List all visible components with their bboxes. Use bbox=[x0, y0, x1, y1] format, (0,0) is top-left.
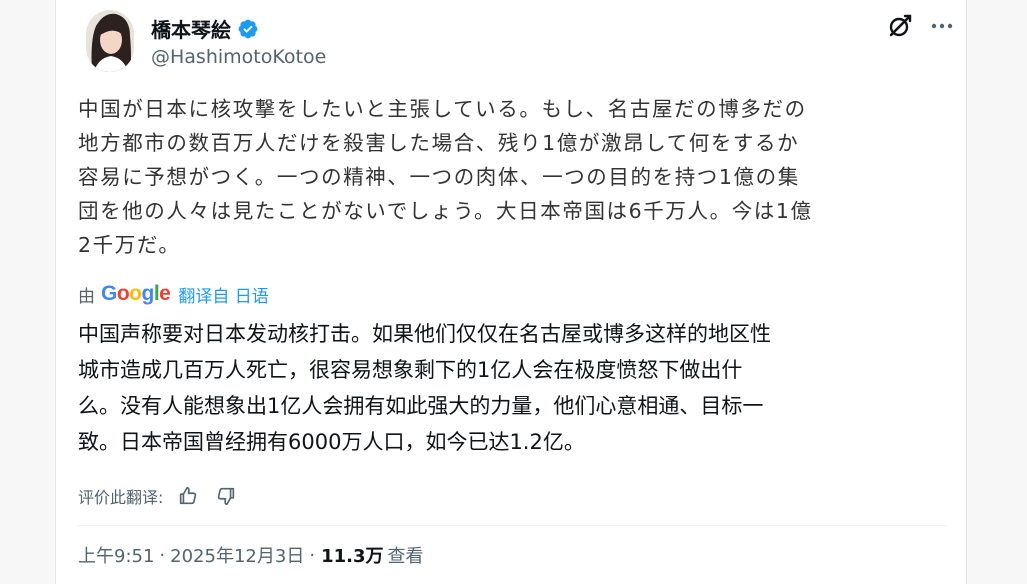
grok-icon[interactable] bbox=[886, 12, 914, 40]
rate-translation-label: 评价此翻译: bbox=[78, 488, 164, 507]
tweet-text: 中国が日本に核攻撃をしたいと主張している。もし、名古屋だの博多だの 地方都市の数… bbox=[78, 92, 958, 262]
google-logo: Google bbox=[101, 282, 171, 305]
thumbs-down-icon[interactable] bbox=[215, 485, 237, 507]
avatar[interactable] bbox=[86, 10, 134, 72]
translated-text: 中国声称要对日本发动核打击。如果他们仅仅在名古屋或博多这样的地区性 城市造成几百… bbox=[78, 316, 958, 460]
rate-translation-row: 评价此翻译: bbox=[78, 483, 237, 509]
translated-by-label: 由 bbox=[78, 286, 95, 307]
translation-attribution: 由 Google 翻译自 日语 bbox=[78, 280, 269, 308]
thumbs-up-icon[interactable] bbox=[177, 485, 199, 507]
divider bbox=[78, 525, 946, 526]
translated-from-link[interactable]: 翻译自 日语 bbox=[178, 282, 268, 307]
tweet-card: 橋本琴絵 @HashimotoKotoe 中国が日本に核攻撃をしたいと主張してい… bbox=[55, 0, 967, 584]
meta-separator: · bbox=[309, 544, 316, 566]
tweet-text-line: 地方都市の数百万人だけを殺害した場合、残り1億が激昂して何をするか bbox=[78, 131, 800, 155]
author-handle[interactable]: @HashimotoKotoe bbox=[151, 46, 326, 68]
tweet-text-line: 2千万だ。 bbox=[78, 233, 181, 257]
tweet-text-line: 中国が日本に核攻撃をしたいと主張している。もし、名古屋だの博多だの bbox=[78, 97, 807, 121]
translated-text-line: 中国声称要对日本发动核打击。如果他们仅仅在名古屋或博多这样的地区性 bbox=[78, 322, 771, 346]
meta-separator: · bbox=[159, 544, 166, 566]
tweet-meta: 上午9:51 · 2025年12月3日 · 11.3万 查看 bbox=[78, 540, 423, 570]
translated-text-line: 城市造成几百万人死亡，很容易想象剩下的1亿人会在极度愤怒下做出什 bbox=[78, 358, 743, 382]
verified-badge-icon bbox=[238, 19, 258, 38]
display-name[interactable]: 橋本琴絵 bbox=[151, 14, 231, 43]
views-count[interactable]: 11.3万 bbox=[321, 542, 383, 568]
tweet-time[interactable]: 上午9:51 bbox=[78, 542, 154, 568]
tweet-header: 橋本琴絵 @HashimotoKotoe bbox=[86, 8, 953, 74]
tweet-text-line: 容易に予想がつく。一つの精神、一つの肉体、一つの目的を持つ1億の集 bbox=[78, 165, 800, 189]
tweet-date[interactable]: 2025年12月3日 bbox=[170, 542, 304, 568]
more-icon[interactable] bbox=[928, 12, 956, 40]
translated-text-line: 么。没有人能想象出1亿人会拥有如此强大的力量，他们心意相通、目标一 bbox=[78, 394, 764, 418]
views-label: 查看 bbox=[387, 546, 424, 567]
translated-text-line: 致。日本帝国曾经拥有6000万人口，如今已达1.2亿。 bbox=[78, 430, 585, 454]
name-row: 橋本琴絵 bbox=[151, 14, 259, 43]
tweet-text-line: 団を他の人々は見たことがないでしょう。大日本帝国は6千万人。今は1億 bbox=[78, 199, 813, 223]
